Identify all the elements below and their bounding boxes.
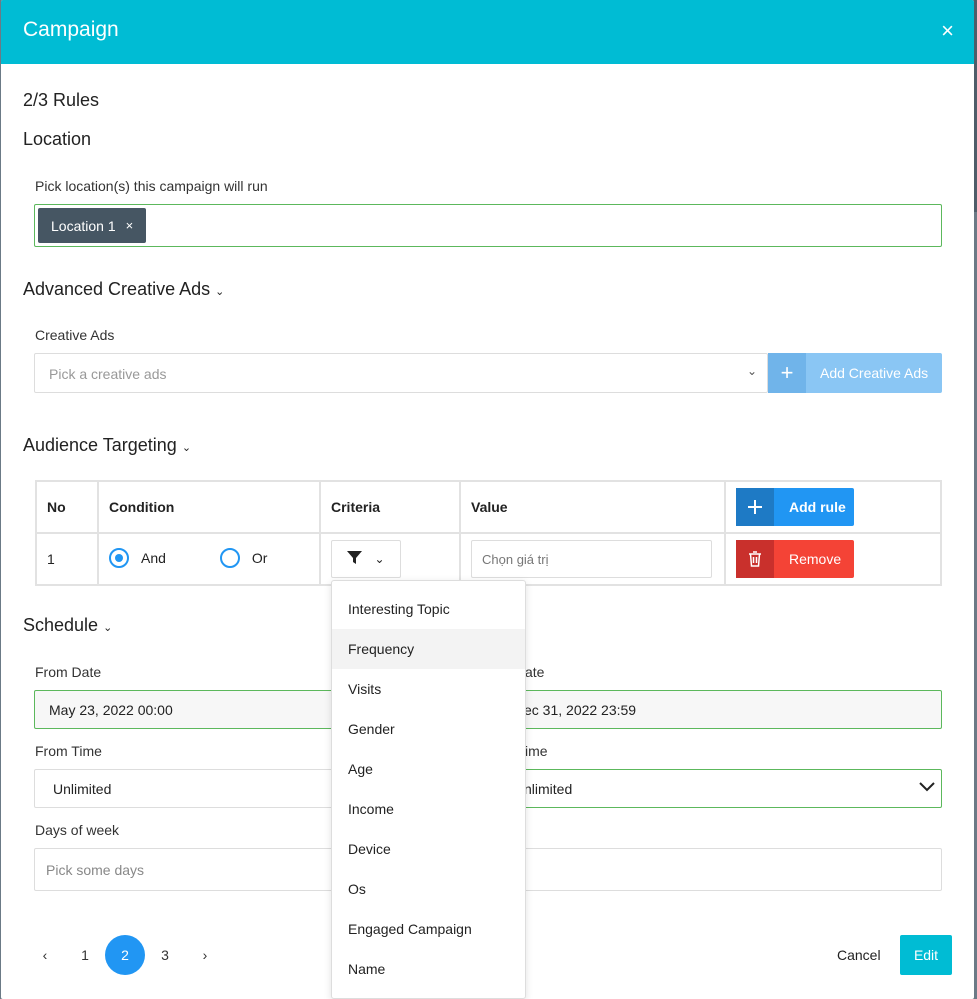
col-value: Value <box>459 480 726 534</box>
location-tag-label: Location 1 <box>51 217 116 234</box>
pagination-page-3[interactable]: 3 <box>145 935 185 975</box>
value-input[interactable]: Chọn giá trị <box>471 540 712 578</box>
rules-table: No Condition Criteria Value Add rule 1 A… <box>35 480 942 586</box>
table-row: 1 And Or ⌄ Chọn giá trị Remove <box>35 532 942 586</box>
chevron-down-icon: ⌄ <box>746 364 757 378</box>
radio-or-label: Or <box>251 549 268 566</box>
location-label: Pick location(s) this campaign will run <box>35 178 268 194</box>
rule-actions: Remove <box>724 532 942 586</box>
rule-criteria: ⌄ <box>319 532 461 586</box>
days-of-week-label: Days of week <box>35 822 120 838</box>
cancel-button[interactable]: Cancel <box>827 940 891 970</box>
col-no: No <box>35 480 99 534</box>
plus-icon <box>736 488 774 526</box>
chevron-down-icon: ⌄ <box>215 286 225 298</box>
chevron-down-icon: ⌄ <box>181 442 192 454</box>
chevron-down-icon: ⌄ <box>374 552 385 566</box>
from-date-value: May 23, 2022 00:00 <box>49 701 173 718</box>
criteria-option[interactable]: Gender <box>332 709 525 749</box>
campaign-modal: Campaign × 2/3 Rules Location Pick locat… <box>1 0 974 999</box>
pagination-next[interactable]: › <box>185 935 225 975</box>
from-time-select[interactable]: Unlimited <box>34 769 334 808</box>
remove-rule-button[interactable]: Remove <box>736 540 854 578</box>
location-multiselect[interactable]: Location 1 × <box>34 204 942 247</box>
radio-and-dot <box>109 547 129 568</box>
add-creative-ads-button[interactable]: + Add Creative Ads <box>768 353 942 393</box>
rule-condition: And Or <box>97 532 321 586</box>
to-time-value: nlimited <box>524 780 573 797</box>
close-icon[interactable]: × <box>941 20 954 42</box>
to-date-input[interactable]: ec 31, 2022 23:59 <box>501 690 942 729</box>
advanced-creative-heading[interactable]: Advanced Creative Ads ⌄ <box>23 279 224 300</box>
step-title: 2/3 Rules <box>23 90 100 110</box>
audience-targeting-heading[interactable]: Audience Targeting ⌄ <box>23 435 191 456</box>
remove-label: Remove <box>789 551 842 567</box>
schedule-heading[interactable]: Schedule ⌄ <box>23 615 112 636</box>
value-placeholder: Chọn giá trị <box>482 551 549 567</box>
plus-icon: + <box>768 353 806 393</box>
col-criteria: Criteria <box>319 480 461 534</box>
radio-or-dot <box>219 547 240 568</box>
to-date-label: ate <box>525 664 545 680</box>
radio-and[interactable]: And <box>109 547 166 568</box>
location-heading: Location <box>23 129 92 149</box>
pagination-page-1[interactable]: 1 <box>65 935 105 975</box>
table-header-row: No Condition Criteria Value Add rule <box>35 480 942 534</box>
days-placeholder: Pick some days <box>46 861 145 878</box>
criteria-option[interactable]: Interesting Topic <box>332 589 525 629</box>
from-time-value: Unlimited <box>53 780 112 797</box>
radio-and-label: And <box>141 549 166 566</box>
criteria-option[interactable]: Visits <box>332 669 525 709</box>
schedule-heading-text: Schedule <box>23 615 99 635</box>
modal-header: Campaign × <box>1 0 974 64</box>
criteria-select-button[interactable]: ⌄ <box>331 540 401 578</box>
criteria-option[interactable]: Device <box>332 829 525 869</box>
audience-targeting-heading-text: Audience Targeting <box>23 435 177 455</box>
pagination-page-2[interactable]: 2 <box>105 935 145 975</box>
advanced-creative-heading-text: Advanced Creative Ads <box>23 279 211 299</box>
rule-value: Chọn giá trị <box>459 532 726 586</box>
edit-button[interactable]: Edit <box>900 935 952 975</box>
to-time-select[interactable]: nlimited <box>501 769 942 808</box>
pagination-prev[interactable]: ‹ <box>25 935 65 975</box>
criteria-option-list: Interesting Topic Frequency Visits Gender Ag… <box>332 581 525 989</box>
location-tag: Location 1 × <box>38 208 147 243</box>
from-time-label: From Time <box>35 743 102 759</box>
criteria-dropdown: Interesting Topic Frequency Visits Gender Ag… <box>331 580 526 999</box>
col-condition: Condition <box>97 480 321 534</box>
col-actions: Add rule <box>724 480 942 534</box>
add-rule-button[interactable]: Add rule <box>736 488 854 526</box>
criteria-option[interactable]: Age <box>332 749 525 789</box>
criteria-option[interactable]: Engaged Campaign <box>332 909 525 949</box>
chevron-down-icon: ⌄ <box>103 622 113 634</box>
from-date-input[interactable]: May 23, 2022 00:00 <box>34 690 334 729</box>
pagination: ‹ 1 2 3 › <box>25 935 225 975</box>
creative-ads-label: Creative Ads <box>35 327 115 343</box>
to-time-label: ime <box>525 743 548 759</box>
filter-icon <box>347 551 363 567</box>
tag-remove-icon[interactable]: × <box>126 218 134 233</box>
radio-or[interactable]: Or <box>219 547 268 568</box>
criteria-option[interactable]: Name <box>332 949 525 989</box>
criteria-option[interactable]: Income <box>332 789 525 829</box>
add-creative-ads-label: Add Creative Ads <box>820 365 929 381</box>
creative-ads-select[interactable]: Pick a creative ads ⌄ <box>34 353 768 393</box>
criteria-option[interactable]: Os <box>332 869 525 909</box>
add-rule-label: Add rule <box>789 499 846 515</box>
to-date-value: ec 31, 2022 23:59 <box>524 701 637 718</box>
from-date-label: From Date <box>35 664 102 680</box>
modal-title: Campaign <box>23 18 119 41</box>
rule-no: 1 <box>35 532 99 586</box>
chevron-down-icon <box>919 779 935 795</box>
creative-ads-placeholder: Pick a creative ads <box>49 366 167 382</box>
criteria-option[interactable]: Frequency <box>332 629 525 669</box>
trash-icon <box>736 540 774 578</box>
